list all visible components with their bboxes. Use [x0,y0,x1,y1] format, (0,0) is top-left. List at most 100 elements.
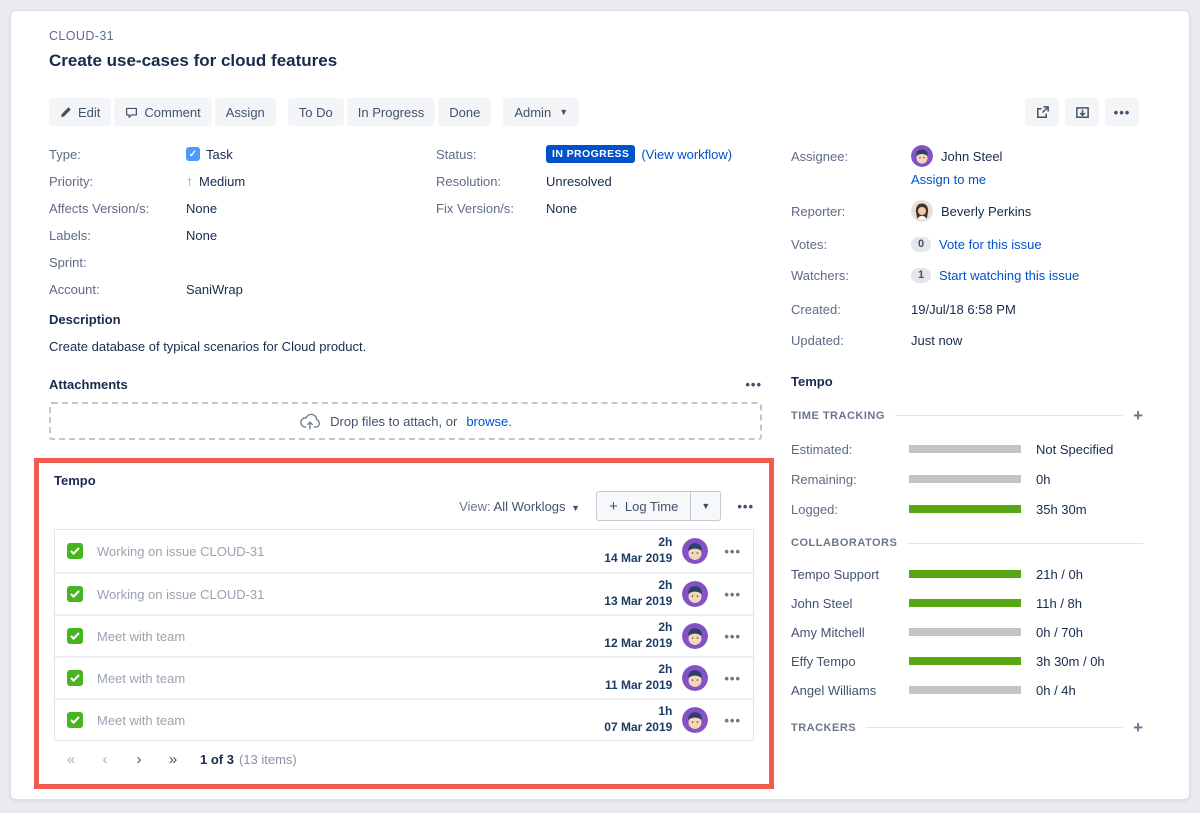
chevron-down-icon: ▼ [571,503,580,513]
collaborator-row: Effy Tempo 3h 30m / 0h [791,652,1143,670]
reporter-avatar [911,200,933,222]
log-time-dropdown-button[interactable]: ▼ [690,492,720,520]
reporter-name[interactable]: Beverly Perkins [941,204,1031,219]
worklog-row: Working on issue CLOUD-31 2h13 Mar 2019 … [55,572,753,614]
toolbar: Edit Comment Assign To Do In Progress Do… [49,98,579,126]
tempo-panel-heading: Tempo [54,473,754,488]
log-time-button[interactable]: +Log Time [597,492,690,520]
vote-link[interactable]: Vote for this issue [939,237,1042,252]
browse-link[interactable]: browse. [466,414,512,429]
description-heading: Description [49,312,761,327]
todo-button[interactable]: To Do [288,98,344,126]
previous-page-icon[interactable]: ‹ [88,751,122,768]
worklog-checkbox[interactable] [67,670,83,686]
progress-bar [909,628,1021,636]
view-workflow-link[interactable]: (View workflow) [641,147,732,162]
assignee-avatar [911,145,933,167]
progress-bar [909,686,1021,694]
tempo-sidebar-heading: Tempo [791,374,1143,389]
worklog-checkbox[interactable] [67,586,83,602]
comment-button[interactable]: Comment [114,98,211,126]
progress-bar [909,599,1021,607]
assignee-name[interactable]: John Steel [941,149,1002,164]
next-page-icon[interactable]: › [122,751,156,768]
ellipsis-icon: ••• [1114,105,1131,120]
attachments-section: Attachments ••• Drop files to attach, or… [49,377,762,440]
worklog-more-icon[interactable]: ••• [737,499,754,514]
priority-medium-icon: ↑ [186,174,193,188]
details-left-column: Type: ✓Task Priority: ↑Medium Affects Ve… [49,145,429,307]
worklog-table: Working on issue CLOUD-31 2h14 Mar 2019 … [54,529,754,741]
assign-to-me-row: Assign to me [791,171,1143,187]
worklog-row-more-icon[interactable]: ••• [724,629,741,644]
watchers-count-badge: 1 [911,268,931,283]
worklog-row-more-icon[interactable]: ••• [724,544,741,559]
log-time-split-button: +Log Time ▼ [596,491,721,521]
add-time-tracking-icon[interactable]: + [1133,407,1143,424]
progress-bar [909,475,1021,483]
pencil-icon [60,106,72,118]
first-page-icon[interactable]: « [54,751,88,768]
field-resolution: Resolution: Unresolved [436,172,776,190]
created-value: 19/Jul/18 6:58 PM [911,302,1143,317]
collaborator-row: Amy Mitchell 0h / 70h [791,623,1143,641]
worklog-view-dropdown[interactable]: View: All Worklogs ▼ [459,499,580,514]
page-title: Create use-cases for cloud features [49,51,337,71]
export-icon [1075,105,1090,120]
time-tracking-row: Logged: 35h 30m [791,500,1143,518]
worklog-checkbox[interactable] [67,712,83,728]
created-row: Created: 19/Jul/18 6:58 PM [791,300,1143,318]
add-tracker-icon[interactable]: + [1133,719,1143,736]
issue-card: CLOUD-31 Create use-cases for cloud feat… [10,10,1190,800]
details-middle-column: Status: IN PROGRESS (View workflow) Reso… [436,145,776,226]
field-affects-versions: Affects Version/s: None [49,199,429,217]
done-button[interactable]: Done [438,98,491,126]
field-labels: Labels: None [49,226,429,244]
worklog-row: Meet with team 2h12 Mar 2019 ••• [55,614,753,656]
worklog-user-avatar [682,707,708,733]
assign-to-me-link[interactable]: Assign to me [911,172,1143,187]
last-page-icon[interactable]: » [156,751,190,768]
worklog-row-more-icon[interactable]: ••• [724,671,741,686]
tempo-sidebar: Tempo TIME TRACKING + Estimated: Not Spe… [791,374,1143,736]
trackers-header: TRACKERS + [791,719,1143,736]
share-icon [1035,105,1050,120]
plus-icon: + [609,498,618,515]
people-sidebar: Assignee: John Steel Assign to me Report… [791,145,1143,349]
field-status: Status: IN PROGRESS (View workflow) [436,145,776,163]
worklog-checkbox[interactable] [67,628,83,644]
worklog-user-avatar [682,665,708,691]
worklog-pagination: « ‹ › » 1 of 3 (13 items) [54,751,754,768]
more-actions-button[interactable]: ••• [1105,98,1139,126]
admin-button[interactable]: Admin▼ [503,98,579,126]
edit-button[interactable]: Edit [49,98,111,126]
worklog-row-more-icon[interactable]: ••• [724,587,741,602]
worklog-row-more-icon[interactable]: ••• [724,713,741,728]
worklog-row: Meet with team 2h11 Mar 2019 ••• [55,656,753,698]
field-type: Type: ✓Task [49,145,429,163]
description-section: Description Create database of typical s… [49,312,761,354]
collaborators-header: COLLABORATORS [791,537,1143,549]
breadcrumb[interactable]: CLOUD-31 [49,29,114,43]
export-button[interactable] [1065,98,1099,126]
votes-row: Votes: 0 Vote for this issue [791,234,1143,254]
field-priority: Priority: ↑Medium [49,172,429,190]
watch-link[interactable]: Start watching this issue [939,268,1079,283]
attachments-dropzone[interactable]: Drop files to attach, or browse. [49,402,762,440]
assign-button[interactable]: Assign [215,98,276,126]
time-tracking-header: TIME TRACKING + [791,407,1143,424]
attachments-heading: Attachments [49,377,128,392]
upload-cloud-icon [299,413,321,430]
in-progress-button[interactable]: In Progress [347,98,435,126]
attachments-more-icon[interactable]: ••• [745,377,762,392]
assignee-row: Assignee: John Steel [791,145,1143,167]
items-count: (13 items) [239,752,297,767]
description-text: Create database of typical scenarios for… [49,339,761,354]
comment-icon [125,106,138,119]
share-button[interactable] [1025,98,1059,126]
chevron-down-icon: ▼ [559,107,568,117]
updated-value: Just now [911,333,1143,348]
tempo-worklog-panel: Tempo View: All Worklogs ▼ +Log Time ▼ •… [34,458,774,789]
worklog-checkbox[interactable] [67,543,83,559]
progress-bar [909,570,1021,578]
